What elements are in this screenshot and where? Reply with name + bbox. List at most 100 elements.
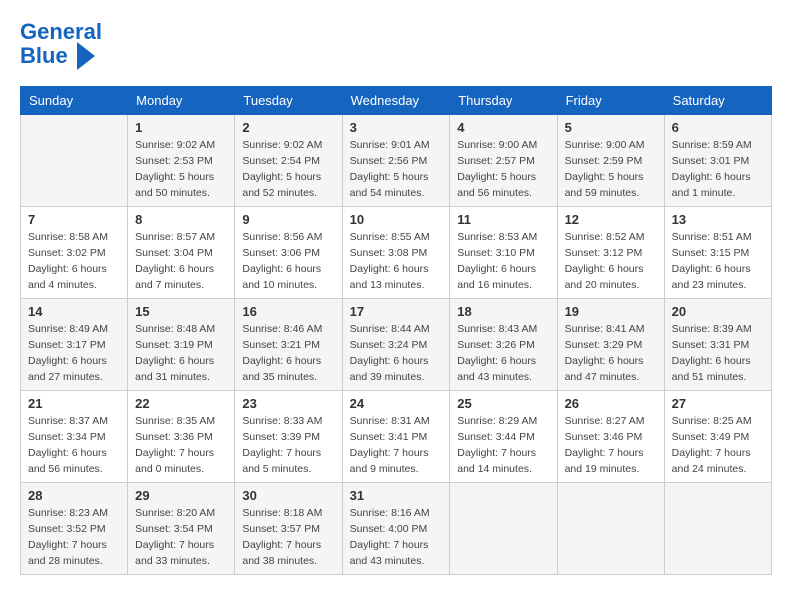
- day-number: 31: [350, 488, 443, 503]
- calendar-cell: 13Sunrise: 8:51 AMSunset: 3:15 PMDayligh…: [664, 207, 771, 299]
- day-detail: Sunrise: 8:39 AMSunset: 3:31 PMDaylight:…: [672, 322, 764, 385]
- day-number: 14: [28, 304, 120, 319]
- header-sunday: Sunday: [21, 87, 128, 115]
- calendar-cell: 15 Sunrise: 8:48 AMSunset: 3:19 PMDayligh…: [128, 299, 235, 391]
- logo: General Blue: [20, 20, 102, 70]
- day-detail: Sunrise: 9:02 AMSunset: 2:54 PMDaylight:…: [242, 138, 334, 201]
- day-detail: Sunrise: 8:44 AMSunset: 3:24 PMDaylight:…: [350, 322, 443, 385]
- calendar-cell: 24 Sunrise: 8:31 AMSunset: 3:41 PMDayligh…: [342, 391, 450, 483]
- calendar-cell: 22 Sunrise: 8:35 AMSunset: 3:36 PMDayligh…: [128, 391, 235, 483]
- calendar-cell: 3Sunrise: 9:01 AMSunset: 2:56 PMDaylight…: [342, 115, 450, 207]
- calendar-cell: [450, 483, 557, 575]
- day-number: 4: [457, 120, 549, 135]
- calendar-cell: 23 Sunrise: 8:33 AMSunset: 3:39 PMDayligh…: [235, 391, 342, 483]
- day-number: 19: [565, 304, 657, 319]
- calendar-cell: 30 Sunrise: 8:18 AMSunset: 3:57 PMDayligh…: [235, 483, 342, 575]
- calendar-cell: 28 Sunrise: 8:23 AMSunset: 3:52 PMDayligh…: [21, 483, 128, 575]
- calendar-cell: 9 Sunrise: 8:56 AMSunset: 3:06 PMDaylight…: [235, 207, 342, 299]
- day-detail: Sunrise: 8:48 AMSunset: 3:19 PMDaylight:…: [135, 322, 227, 385]
- day-detail: Sunrise: 8:58 AMSunset: 3:02 PMDaylight:…: [28, 230, 120, 293]
- day-number: 26: [565, 396, 657, 411]
- day-number: 12: [565, 212, 657, 227]
- page-header: General Blue: [20, 20, 772, 70]
- calendar-cell: 20 Sunrise: 8:39 AMSunset: 3:31 PMDayligh…: [664, 299, 771, 391]
- header-friday: Friday: [557, 87, 664, 115]
- day-number: 27: [672, 396, 764, 411]
- day-number: 23: [242, 396, 334, 411]
- day-detail: Sunrise: 8:56 AMSunset: 3:06 PMDaylight:…: [242, 230, 334, 293]
- day-number: 22: [135, 396, 227, 411]
- day-detail: Sunrise: 8:33 AMSunset: 3:39 PMDaylight:…: [242, 414, 334, 477]
- day-detail: Sunrise: 8:16 AMSunset: 4:00 PMDaylight:…: [350, 506, 443, 569]
- calendar-cell: 21 Sunrise: 8:37 AMSunset: 3:34 PMDayligh…: [21, 391, 128, 483]
- header-tuesday: Tuesday: [235, 87, 342, 115]
- day-detail: Sunrise: 9:02 AMSunset: 2:53 PMDaylight:…: [135, 138, 227, 201]
- day-number: 3: [350, 120, 443, 135]
- calendar-cell: [21, 115, 128, 207]
- header-wednesday: Wednesday: [342, 87, 450, 115]
- calendar-week-2: 7 Sunrise: 8:58 AMSunset: 3:02 PMDaylight…: [21, 207, 772, 299]
- day-detail: Sunrise: 8:55 AMSunset: 3:08 PMDaylight:…: [350, 230, 443, 293]
- day-detail: Sunrise: 8:43 AMSunset: 3:26 PMDaylight:…: [457, 322, 549, 385]
- calendar-cell: 17 Sunrise: 8:44 AMSunset: 3:24 PMDayligh…: [342, 299, 450, 391]
- day-number: 13: [672, 212, 764, 227]
- calendar-cell: 18 Sunrise: 8:43 AMSunset: 3:26 PMDayligh…: [450, 299, 557, 391]
- header-saturday: Saturday: [664, 87, 771, 115]
- day-number: 5: [565, 120, 657, 135]
- calendar-cell: 2 Sunrise: 9:02 AMSunset: 2:54 PMDaylight…: [235, 115, 342, 207]
- calendar-cell: 14 Sunrise: 8:49 AMSunset: 3:17 PMDayligh…: [21, 299, 128, 391]
- calendar-week-5: 28 Sunrise: 8:23 AMSunset: 3:52 PMDayligh…: [21, 483, 772, 575]
- calendar-cell: 6Sunrise: 8:59 AMSunset: 3:01 PMDaylight…: [664, 115, 771, 207]
- day-detail: Sunrise: 9:00 AMSunset: 2:59 PMDaylight:…: [565, 138, 657, 201]
- day-detail: Sunrise: 8:31 AMSunset: 3:41 PMDaylight:…: [350, 414, 443, 477]
- calendar-cell: 7 Sunrise: 8:58 AMSunset: 3:02 PMDaylight…: [21, 207, 128, 299]
- day-number: 7: [28, 212, 120, 227]
- calendar-week-3: 14 Sunrise: 8:49 AMSunset: 3:17 PMDayligh…: [21, 299, 772, 391]
- calendar-cell: 8Sunrise: 8:57 AMSunset: 3:04 PMDaylight…: [128, 207, 235, 299]
- calendar-week-4: 21 Sunrise: 8:37 AMSunset: 3:34 PMDayligh…: [21, 391, 772, 483]
- header-thursday: Thursday: [450, 87, 557, 115]
- day-number: 21: [28, 396, 120, 411]
- day-number: 1: [135, 120, 227, 135]
- calendar-cell: 11 Sunrise: 8:53 AMSunset: 3:10 PMDayligh…: [450, 207, 557, 299]
- calendar-cell: 10Sunrise: 8:55 AMSunset: 3:08 PMDayligh…: [342, 207, 450, 299]
- day-number: 18: [457, 304, 549, 319]
- day-number: 29: [135, 488, 227, 503]
- calendar-cell: [557, 483, 664, 575]
- day-number: 2: [242, 120, 334, 135]
- day-detail: Sunrise: 8:49 AMSunset: 3:17 PMDaylight:…: [28, 322, 120, 385]
- calendar-cell: 31 Sunrise: 8:16 AMSunset: 4:00 PMDayligh…: [342, 483, 450, 575]
- calendar-cell: 4 Sunrise: 9:00 AMSunset: 2:57 PMDaylight…: [450, 115, 557, 207]
- header-monday: Monday: [128, 87, 235, 115]
- day-detail: Sunrise: 8:41 AMSunset: 3:29 PMDaylight:…: [565, 322, 657, 385]
- day-detail: Sunrise: 8:29 AMSunset: 3:44 PMDaylight:…: [457, 414, 549, 477]
- calendar-table: SundayMondayTuesdayWednesdayThursdayFrid…: [20, 86, 772, 575]
- day-number: 20: [672, 304, 764, 319]
- day-number: 11: [457, 212, 549, 227]
- calendar-cell: 25Sunrise: 8:29 AMSunset: 3:44 PMDayligh…: [450, 391, 557, 483]
- day-detail: Sunrise: 9:00 AMSunset: 2:57 PMDaylight:…: [457, 138, 549, 201]
- day-detail: Sunrise: 8:20 AMSunset: 3:54 PMDaylight:…: [135, 506, 227, 569]
- calendar-cell: 19 Sunrise: 8:41 AMSunset: 3:29 PMDayligh…: [557, 299, 664, 391]
- calendar-cell: 1 Sunrise: 9:02 AMSunset: 2:53 PMDaylight…: [128, 115, 235, 207]
- calendar-cell: 16 Sunrise: 8:46 AMSunset: 3:21 PMDayligh…: [235, 299, 342, 391]
- day-number: 16: [242, 304, 334, 319]
- day-detail: Sunrise: 8:37 AMSunset: 3:34 PMDaylight:…: [28, 414, 120, 477]
- day-detail: Sunrise: 8:35 AMSunset: 3:36 PMDaylight:…: [135, 414, 227, 477]
- day-number: 9: [242, 212, 334, 227]
- day-detail: Sunrise: 8:23 AMSunset: 3:52 PMDaylight:…: [28, 506, 120, 569]
- day-detail: Sunrise: 8:53 AMSunset: 3:10 PMDaylight:…: [457, 230, 549, 293]
- calendar-cell: 29 Sunrise: 8:20 AMSunset: 3:54 PMDayligh…: [128, 483, 235, 575]
- day-detail: Sunrise: 8:46 AMSunset: 3:21 PMDaylight:…: [242, 322, 334, 385]
- day-detail: Sunrise: 8:18 AMSunset: 3:57 PMDaylight:…: [242, 506, 334, 569]
- calendar-header-row: SundayMondayTuesdayWednesdayThursdayFrid…: [21, 87, 772, 115]
- day-number: 24: [350, 396, 443, 411]
- day-number: 17: [350, 304, 443, 319]
- day-number: 15: [135, 304, 227, 319]
- day-detail: Sunrise: 8:59 AMSunset: 3:01 PMDaylight:…: [672, 138, 764, 201]
- day-number: 28: [28, 488, 120, 503]
- calendar-cell: 27Sunrise: 8:25 AMSunset: 3:49 PMDayligh…: [664, 391, 771, 483]
- calendar-cell: 5 Sunrise: 9:00 AMSunset: 2:59 PMDaylight…: [557, 115, 664, 207]
- day-detail: Sunrise: 8:57 AMSunset: 3:04 PMDaylight:…: [135, 230, 227, 293]
- day-number: 30: [242, 488, 334, 503]
